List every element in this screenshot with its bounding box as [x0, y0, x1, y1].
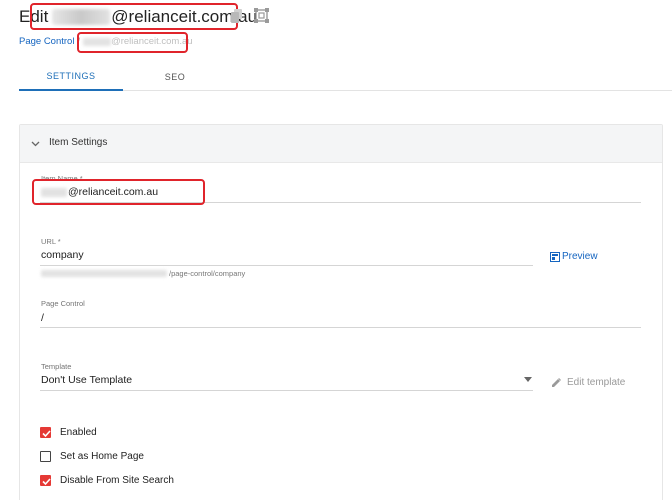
section-title: Item Settings: [49, 137, 108, 148]
url-hint-path: /page-control/company: [169, 269, 246, 278]
frame-icon[interactable]: [254, 8, 269, 23]
pencil-icon: [552, 378, 561, 387]
redacted-text: [41, 270, 167, 277]
tab-bar: SETTINGS SEO: [19, 62, 672, 91]
url-hint: /page-control/company: [41, 269, 245, 278]
template-label: Template: [41, 362, 72, 371]
preview-label: Preview: [562, 251, 598, 262]
disable-search-label: Disable From Site Search: [60, 475, 174, 486]
template-underline: [40, 390, 533, 391]
disable-search-checkbox[interactable]: [40, 475, 51, 486]
template-select[interactable]: Don't Use Template: [41, 374, 132, 386]
disable-search-option[interactable]: Disable From Site Search: [40, 475, 174, 486]
dropdown-arrow-icon[interactable]: [524, 377, 532, 382]
breadcrumb-page-control[interactable]: Page Control: [19, 36, 74, 47]
tab-seo[interactable]: SEO: [123, 62, 227, 91]
url-label: URL *: [41, 237, 61, 246]
edit-template-label: Edit template: [567, 377, 626, 388]
highlight-box: [32, 179, 205, 205]
page-control-underline: [40, 327, 641, 328]
page-control-label: Page Control: [41, 299, 85, 308]
preview-button[interactable]: Preview: [550, 251, 598, 262]
enabled-checkbox[interactable]: [40, 427, 51, 438]
highlight-box: [77, 32, 188, 53]
url-underline: [40, 265, 533, 266]
chevron-down-icon[interactable]: [31, 139, 40, 148]
enabled-option[interactable]: Enabled: [40, 427, 97, 438]
edit-template-button[interactable]: Edit template: [551, 377, 625, 388]
url-input[interactable]: company: [41, 249, 84, 261]
home-page-checkbox[interactable]: [40, 451, 51, 462]
enabled-label: Enabled: [60, 427, 97, 438]
item-settings-header[interactable]: Item Settings: [20, 125, 662, 163]
preview-icon: [550, 251, 560, 262]
page-control-input[interactable]: /: [41, 312, 44, 324]
copy-icon[interactable]: [231, 9, 243, 23]
home-page-option[interactable]: Set as Home Page: [40, 451, 144, 462]
home-page-label: Set as Home Page: [60, 451, 144, 462]
highlight-box: [30, 3, 238, 30]
tab-settings[interactable]: SETTINGS: [19, 62, 123, 91]
